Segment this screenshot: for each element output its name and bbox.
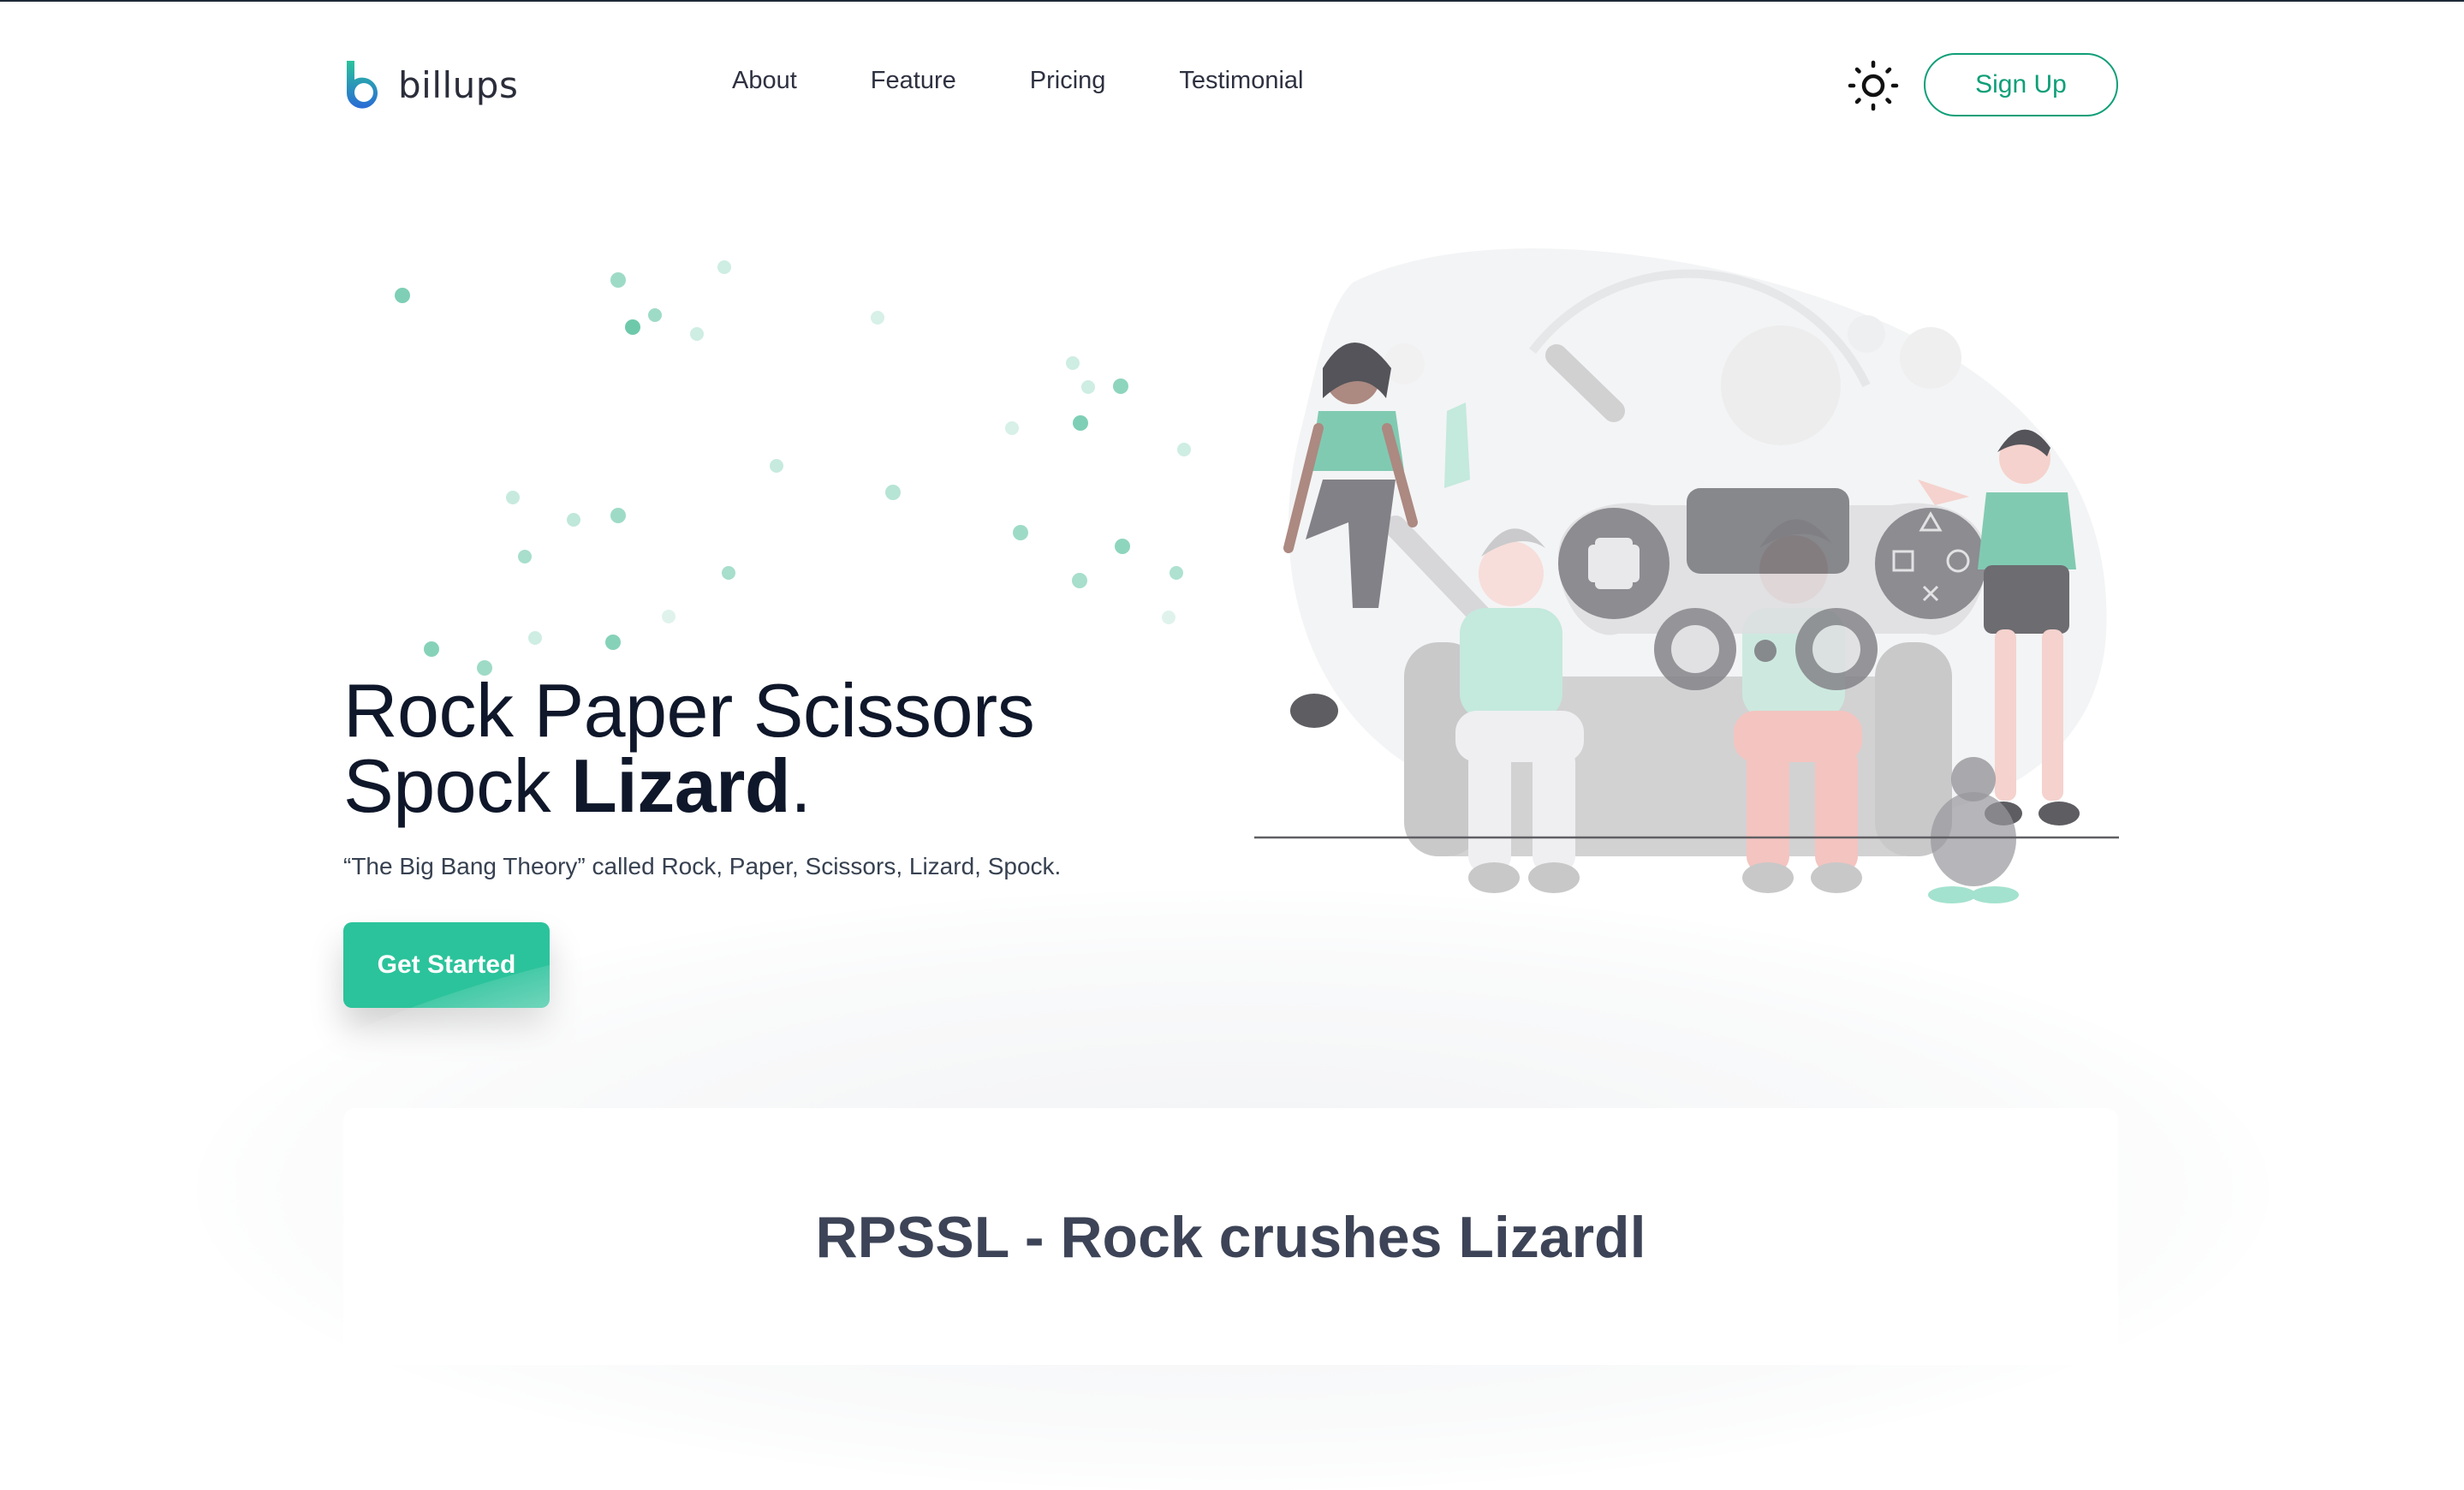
section-title: RPSSL - Rock crushes Lizardl: [815, 1205, 1646, 1270]
gaming-illustration: [1250, 231, 2123, 951]
sun-icon: [1848, 60, 1899, 111]
hero-subtitle: “The Big Bang Theory” called Rock, Paper…: [343, 853, 1062, 879]
hero-title-bold: Lizard: [571, 743, 791, 828]
decorative-dots: [395, 260, 1191, 676]
hero-title-period: .: [790, 743, 812, 828]
section-card: RPSSL - Rock crushes Lizardl: [343, 1108, 2118, 1365]
hero-title-line1: Rock Paper Scissors: [343, 668, 1035, 753]
theme-toggle-button[interactable]: [1846, 58, 1901, 113]
hero-title-line2: Spock: [343, 743, 572, 828]
hero-title: Rock Paper Scissors Spock Lizard.: [343, 673, 1035, 824]
sign-up-button[interactable]: Sign Up: [1924, 53, 2118, 116]
